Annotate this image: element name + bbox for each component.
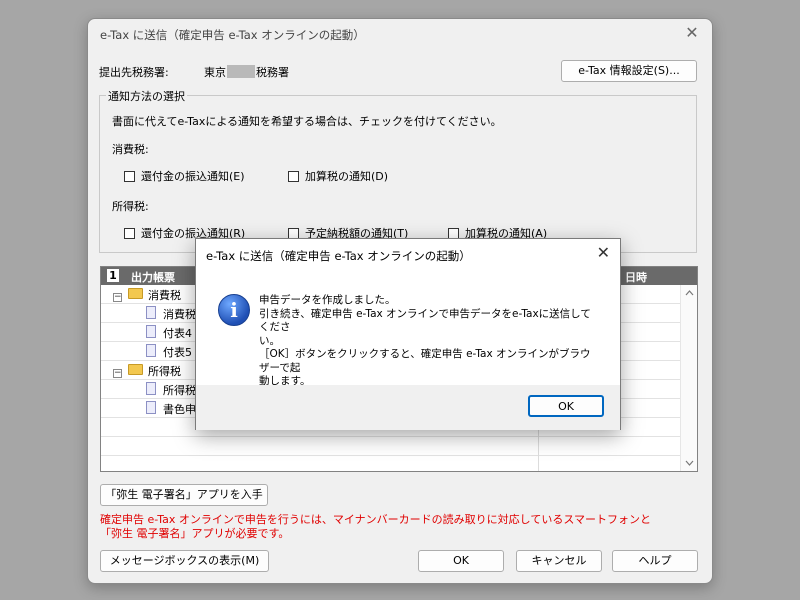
income-tax-label: 所得税:	[112, 200, 149, 213]
dialog-ok-button[interactable]: OK	[528, 395, 604, 417]
notice-method-group: 通知方法の選択 書面に代えてe-Taxによる通知を希望する場合は、チェックを付け…	[99, 88, 697, 253]
show-message-box-button[interactable]: メッセージボックスの表示(M)	[100, 550, 269, 572]
document-icon	[146, 306, 156, 319]
document-icon	[146, 325, 156, 338]
dialog-title: e-Tax に送信（確定申告 e-Tax オンラインの起動）	[206, 249, 471, 263]
checkbox-box[interactable]	[448, 227, 459, 239]
header-datetime: 日時	[625, 271, 647, 284]
office-label: 提出先税務署:	[99, 66, 169, 79]
header-index: 1	[107, 269, 119, 282]
title-bar: e-Tax に送信（確定申告 e-Tax オンラインの起動） ✕	[88, 19, 712, 49]
scrollbar-arrows-icon[interactable]	[681, 285, 698, 471]
tree-item-label: 付表5	[163, 346, 192, 359]
cancel-button[interactable]: キャンセル	[516, 550, 602, 572]
checkbox-box[interactable]	[124, 227, 135, 239]
info-icon: i	[218, 294, 250, 326]
warning-message: 確定申告 e-Tax オンラインで申告を行うには、マイナンバーカードの読み取りに…	[100, 513, 651, 540]
checkbox-box[interactable]	[288, 227, 299, 239]
get-signature-app-button[interactable]: 「弥生 電子署名」アプリを入手	[100, 484, 268, 506]
folder-icon	[128, 288, 143, 299]
tree-item-label: 書色申	[163, 403, 196, 416]
dialog-message: 申告データを作成しました。 引き続き、確定申告 e-Tax オンラインで申告デー…	[259, 294, 591, 387]
consumption-refund-checkbox[interactable]: 還付金の振込通知(E)	[124, 168, 245, 184]
checkbox-box[interactable]	[124, 170, 135, 182]
office-value: 東京 税務署	[204, 65, 289, 79]
tree-item-label: 消費税	[163, 308, 196, 321]
folder-icon	[128, 364, 143, 375]
vertical-scrollbar[interactable]	[680, 285, 697, 471]
collapse-icon[interactable]: −	[113, 369, 122, 378]
close-icon[interactable]: ✕	[682, 23, 702, 42]
tree-item-label: 所得税	[148, 365, 181, 378]
tree-item-label: 所得税	[163, 384, 196, 397]
close-icon[interactable]: ✕	[597, 243, 610, 262]
etax-settings-button[interactable]: e-Tax 情報設定(S)...	[561, 60, 697, 82]
tree-row-empty	[101, 437, 681, 456]
redaction-mask	[227, 65, 255, 78]
notice-instruction: 書面に代えてe-Taxによる通知を希望する場合は、チェックを付けてください。	[112, 115, 502, 128]
group-legend: 通知方法の選択	[106, 88, 187, 104]
consumption-tax-label: 消費税:	[112, 143, 149, 156]
header-label: 出力帳票	[131, 271, 175, 284]
dialog-footer: OK	[196, 385, 620, 430]
document-icon	[146, 344, 156, 357]
ok-button[interactable]: OK	[418, 550, 504, 572]
collapse-icon[interactable]: −	[113, 293, 122, 302]
info-dialog: e-Tax に送信（確定申告 e-Tax オンラインの起動） ✕ i 申告データ…	[195, 238, 621, 430]
checkbox-box[interactable]	[288, 170, 299, 182]
window-title: e-Tax に送信（確定申告 e-Tax オンラインの起動）	[100, 28, 365, 42]
tree-item-label: 付表4	[163, 327, 192, 340]
help-button[interactable]: ヘルプ	[612, 550, 698, 572]
tree-item-label: 消費税	[148, 289, 181, 302]
consumption-penalty-checkbox[interactable]: 加算税の通知(D)	[288, 168, 388, 184]
document-icon	[146, 382, 156, 395]
document-icon	[146, 401, 156, 414]
